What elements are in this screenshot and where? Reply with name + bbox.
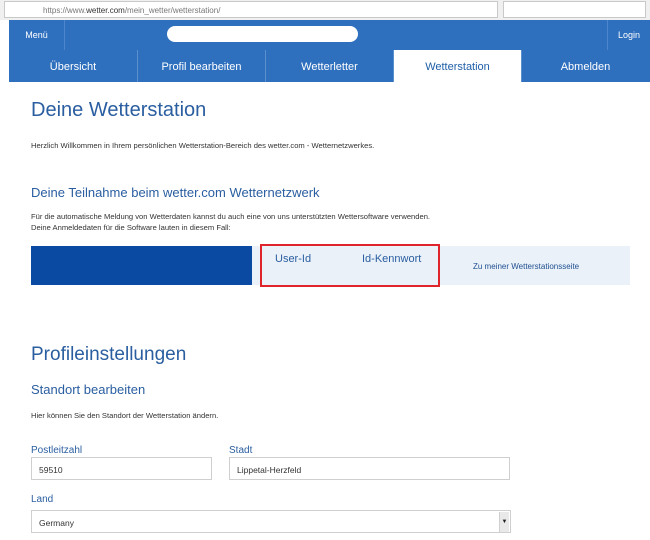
address-bar[interactable]: https://www.wetter.com/mein_wetter/wette…	[4, 1, 498, 18]
search-input[interactable]	[167, 26, 358, 42]
country-select[interactable]: Germany ▼	[31, 510, 511, 533]
tab-wetterletter[interactable]: Wetterletter	[265, 50, 393, 82]
tab-wetterstation[interactable]: Wetterstation	[393, 50, 521, 82]
url-host: wetter.com	[86, 6, 125, 15]
user-id-label: User-Id	[275, 253, 312, 265]
participation-text-2: Deine Anmeldedaten für die Software laut…	[31, 223, 231, 232]
login-button[interactable]: Login	[607, 20, 650, 50]
welcome-text: Herzlich Willkommen in Ihrem persönliche…	[31, 141, 375, 150]
tab-uebersicht[interactable]: Übersicht	[9, 50, 137, 82]
browser-search-box[interactable]	[503, 1, 646, 18]
url-prefix: https://www.	[43, 6, 87, 15]
menu-button[interactable]: Menü	[9, 20, 65, 50]
city-field[interactable]: Lippetal-Herzfeld	[229, 457, 510, 480]
id-password-label: Id-Kennwort	[362, 253, 422, 265]
station-page-link[interactable]: Zu meiner Wetterstationsseite	[473, 262, 579, 271]
credentials-highlight-box	[260, 244, 440, 287]
tab-abmelden[interactable]: Abmelden	[521, 50, 649, 82]
postcode-label: Postleitzahl	[31, 445, 83, 456]
top-navigation-bar: Menü Login	[9, 20, 650, 50]
participation-heading: Deine Teilnahme beim wetter.com Wetterne…	[31, 185, 320, 200]
credentials-row: User-Id Id-Kennwort Zu meiner Wetterstat…	[31, 244, 630, 287]
city-label: Stadt	[229, 445, 253, 456]
page-title: Deine Wetterstation	[31, 99, 207, 121]
url-path: /mein_wetter/wetterstation/	[124, 6, 221, 15]
tab-profil-bearbeiten[interactable]: Profil bearbeiten	[137, 50, 265, 82]
credentials-banner	[31, 246, 252, 285]
participation-text-1: Für die automatische Meldung von Wetterd…	[31, 212, 431, 221]
chevron-down-icon[interactable]: ▼	[499, 512, 509, 532]
profile-settings-title: Profileinstellungen	[31, 344, 187, 365]
tab-bar: Übersicht Profil bearbeiten Wetterletter…	[9, 50, 650, 82]
location-text: Hier können Sie den Standort der Wetters…	[31, 411, 219, 420]
country-select-value: Germany	[39, 518, 74, 528]
location-edit-heading: Standort bearbeiten	[31, 382, 146, 397]
browser-bar: https://www.wetter.com/mein_wetter/wette…	[0, 0, 650, 20]
country-label: Land	[31, 494, 54, 505]
postcode-field[interactable]: 59510	[31, 457, 212, 480]
